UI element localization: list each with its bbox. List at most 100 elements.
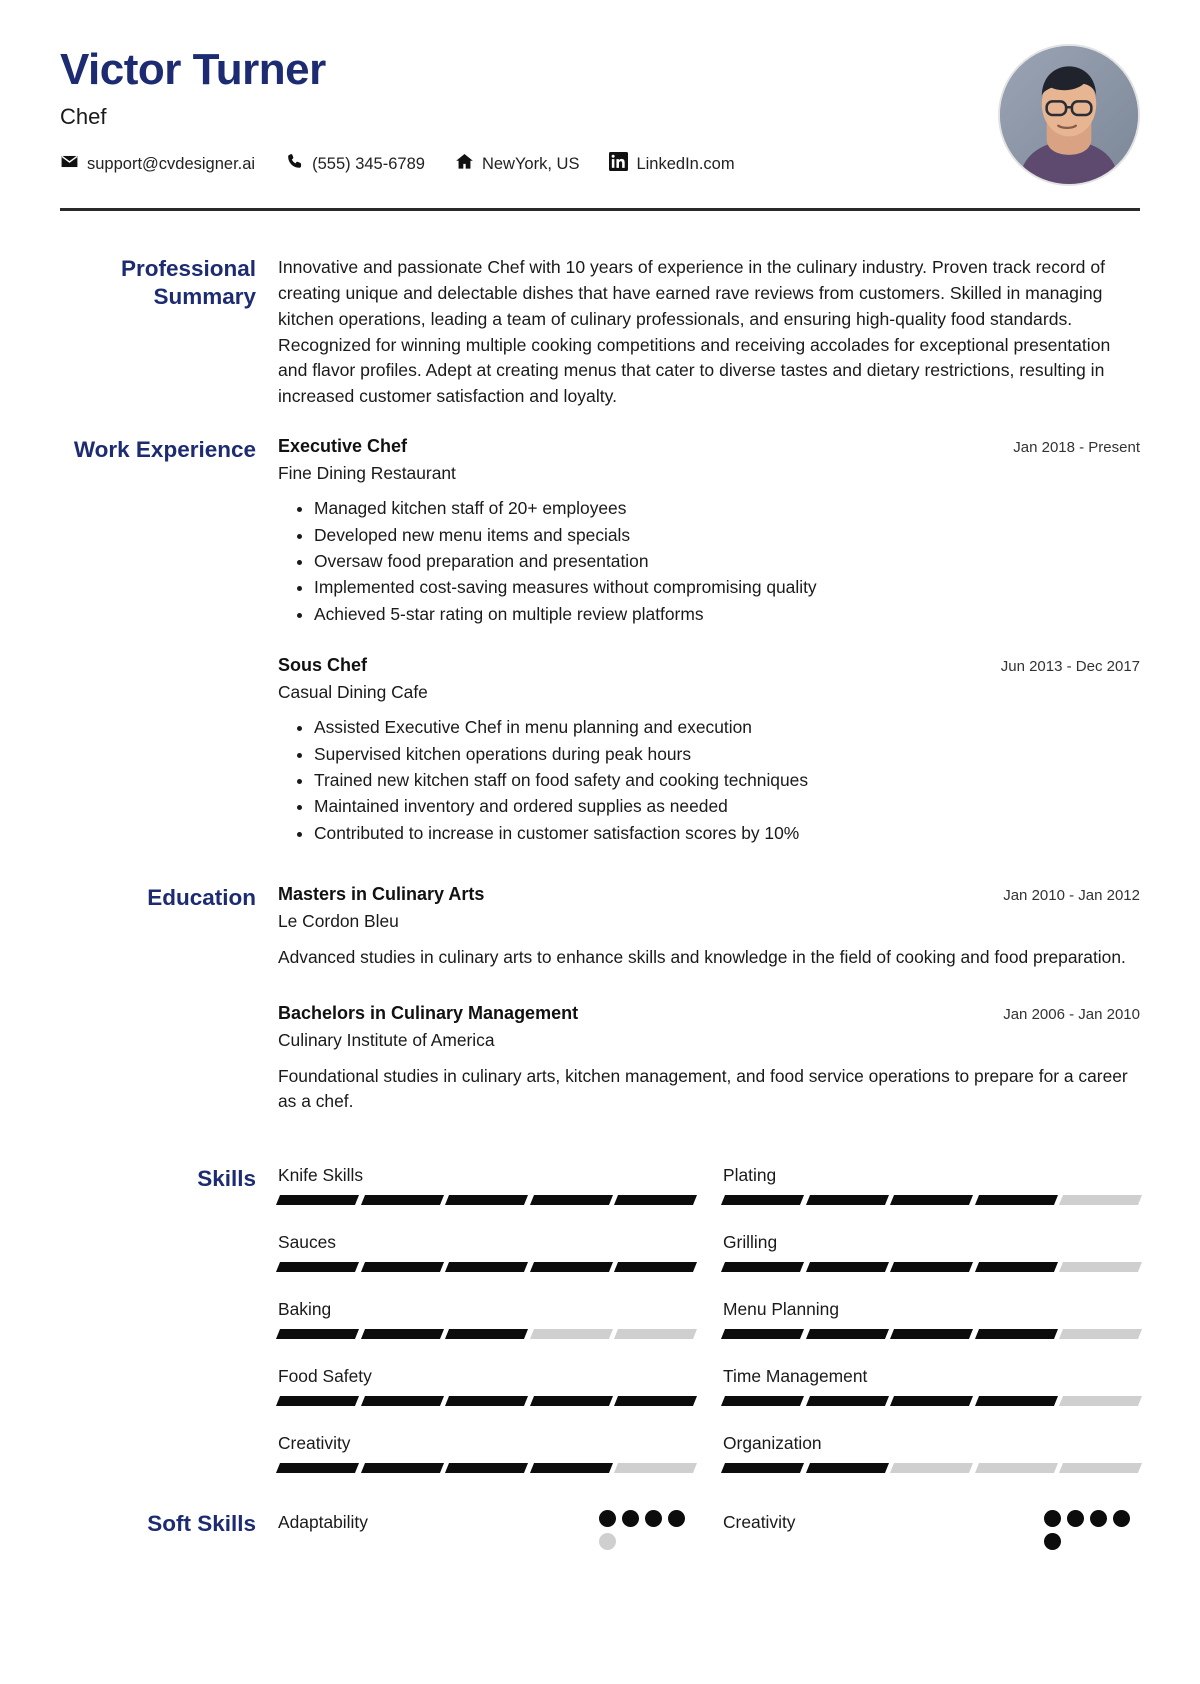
job-role: Chef xyxy=(60,104,107,130)
skill-bar-segment xyxy=(445,1328,528,1339)
section-professional-summary: Professional Summary Innovative and pass… xyxy=(42,255,1158,410)
section-label-skills: Skills xyxy=(197,1165,256,1191)
skill-label: Sauces xyxy=(278,1231,337,1252)
skill-bar-segment xyxy=(974,1328,1058,1339)
skill-bar-segment xyxy=(1059,1194,1142,1205)
skill-bar-segment xyxy=(275,1328,359,1339)
skill-bar-segment xyxy=(529,1462,613,1473)
skill-bar-segment xyxy=(529,1395,613,1406)
skill-bar-segment xyxy=(529,1194,613,1205)
list-item: Implemented cost-saving measures without… xyxy=(314,575,1140,600)
home-icon xyxy=(455,152,474,176)
contact-list: support@cvdesigner.ai (555) 345-6789 New… xyxy=(60,152,735,176)
skill-item: Baking xyxy=(275,1298,697,1366)
work-date: Jan 2018 - Present xyxy=(1013,439,1140,457)
skill-item: Plating xyxy=(720,1164,1142,1232)
skill-bar-segment xyxy=(974,1462,1058,1473)
work-title: Sous Chef xyxy=(278,655,368,676)
skill-bar-segment xyxy=(1059,1395,1142,1406)
skill-bar-segment xyxy=(275,1395,359,1406)
contact-location-text: NewYork, US xyxy=(481,154,580,173)
skill-bar-segment xyxy=(1059,1328,1142,1339)
skill-bar-segment xyxy=(275,1261,359,1272)
soft-skill-item: Creativity xyxy=(723,1509,1140,1568)
education-degree: Masters in Culinary Arts xyxy=(278,884,485,905)
skill-level-bar xyxy=(275,1395,697,1406)
section-label-soft-skills: Soft Skills xyxy=(147,1510,256,1536)
header-text-block: Victor Turner Chef support@cvdesigner.ai… xyxy=(60,38,735,176)
skill-label: Plating xyxy=(723,1164,777,1185)
section-soft-skills: Soft Skills Adaptability Creativity xyxy=(42,1509,1158,1568)
skill-item: Organization xyxy=(720,1432,1142,1500)
contact-phone[interactable]: (555) 345-6789 xyxy=(285,152,425,176)
list-item: Developed new menu items and specials xyxy=(314,523,1140,548)
header-divider xyxy=(60,208,1140,211)
soft-skill-rating xyxy=(599,1509,695,1550)
contact-email[interactable]: support@cvdesigner.ai xyxy=(60,152,255,176)
skill-level-bar xyxy=(720,1261,1142,1272)
skill-bar-segment xyxy=(890,1462,973,1473)
skill-bar-segment xyxy=(360,1462,444,1473)
skill-item: Food Safety xyxy=(275,1365,697,1433)
rating-dot xyxy=(599,1509,616,1527)
work-entry: Sous Chef Jun 2013 - Dec 2017 Casual Din… xyxy=(278,655,1140,846)
skill-bar-segment xyxy=(614,1194,697,1205)
skill-bar-segment xyxy=(614,1462,697,1473)
rating-dot xyxy=(622,1509,639,1527)
skill-level-bar xyxy=(720,1194,1142,1205)
skill-label: Food Safety xyxy=(278,1365,372,1386)
skill-level-bar xyxy=(275,1328,697,1339)
skill-label: Grilling xyxy=(723,1231,778,1252)
work-entry: Executive Chef Jan 2018 - Present Fine D… xyxy=(278,436,1140,627)
skill-level-bar xyxy=(720,1462,1142,1473)
skill-level-bar xyxy=(275,1462,697,1473)
soft-skill-rating xyxy=(1044,1509,1140,1550)
skill-bar-segment xyxy=(805,1328,889,1339)
summary-text: Innovative and passionate Chef with 10 y… xyxy=(278,257,1111,407)
rating-dot xyxy=(1044,1509,1061,1527)
skill-bar-segment xyxy=(529,1261,613,1272)
education-description: Foundational studies in culinary arts, k… xyxy=(278,1065,1128,1112)
rating-dot xyxy=(1090,1509,1107,1527)
contact-location[interactable]: NewYork, US xyxy=(455,152,580,176)
resume-header: Victor Turner Chef support@cvdesigner.ai… xyxy=(42,0,1158,186)
skill-item: Grilling xyxy=(720,1231,1142,1299)
list-item: Maintained inventory and ordered supplie… xyxy=(314,794,1140,819)
section-label-summary: Professional Summary xyxy=(120,256,256,309)
skill-bar-segment xyxy=(805,1462,889,1473)
skill-bar-segment xyxy=(720,1328,804,1339)
skill-item: Knife Skills xyxy=(275,1164,697,1232)
skill-bar-segment xyxy=(890,1194,973,1205)
skill-bar-segment xyxy=(614,1395,697,1406)
skill-item: Sauces xyxy=(275,1231,697,1299)
avatar xyxy=(998,44,1140,186)
work-bullet-list: Managed kitchen staff of 20+ employees D… xyxy=(278,496,1140,627)
skill-bar-segment xyxy=(805,1395,889,1406)
education-date: Jan 2006 - Jan 2010 xyxy=(1003,1005,1140,1023)
education-school: Le Cordon Bleu xyxy=(278,911,399,932)
list-item: Oversaw food preparation and presentatio… xyxy=(314,549,1140,574)
work-organization: Fine Dining Restaurant xyxy=(278,463,456,484)
rating-dot xyxy=(599,1532,616,1550)
skill-bar-segment xyxy=(974,1261,1058,1272)
list-item: Contributed to increase in customer sati… xyxy=(314,821,1140,846)
soft-skills-grid: Adaptability Creativity xyxy=(278,1509,1140,1568)
email-icon xyxy=(60,152,79,176)
education-date: Jan 2010 - Jan 2012 xyxy=(1003,887,1140,905)
skill-bar-segment xyxy=(974,1395,1058,1406)
skill-level-bar xyxy=(275,1261,697,1272)
skill-bar-segment xyxy=(805,1194,889,1205)
skill-label: Baking xyxy=(278,1298,332,1319)
contact-linkedin[interactable]: LinkedIn.com xyxy=(609,152,735,176)
skill-label: Creativity xyxy=(278,1432,351,1453)
section-label-education: Education xyxy=(147,885,256,911)
skill-bar-segment xyxy=(360,1261,444,1272)
skill-bar-segment xyxy=(614,1328,697,1339)
skill-bar-segment xyxy=(720,1261,804,1272)
skill-label: Knife Skills xyxy=(278,1164,364,1185)
skill-bar-segment xyxy=(275,1194,359,1205)
skill-label: Organization xyxy=(723,1432,822,1453)
skill-level-bar xyxy=(720,1328,1142,1339)
skill-bar-segment xyxy=(1059,1261,1142,1272)
